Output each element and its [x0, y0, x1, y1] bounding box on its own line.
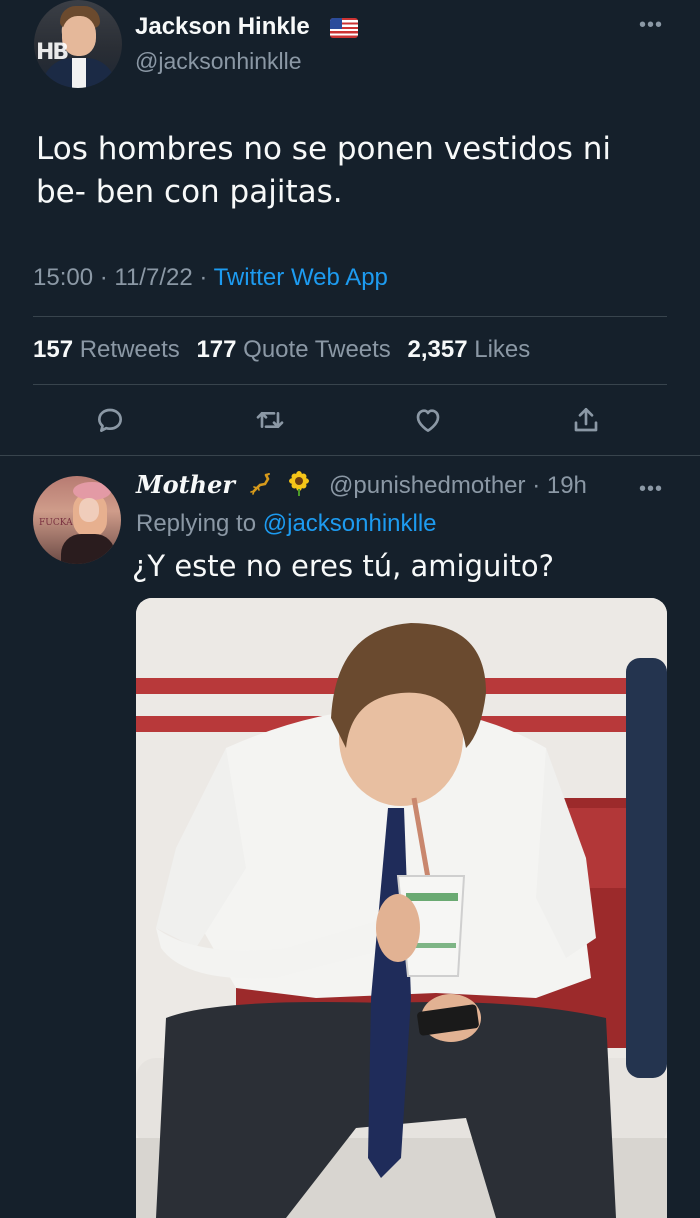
tweet-source-link[interactable]: Twitter Web App [214, 264, 388, 291]
divider [33, 316, 667, 317]
us-flag-icon [330, 18, 358, 38]
like-icon [416, 409, 440, 432]
reply-divider [0, 455, 700, 456]
reply-text: ¿Y este no eres tú, amiguito? [132, 549, 554, 583]
tweet-text: Los hombres no se ponen vestidos ni be- … [36, 131, 611, 210]
reply-media-photo[interactable] [136, 598, 667, 1218]
reply-more-options-icon[interactable]: ••• [639, 478, 663, 501]
reply-author-handle[interactable]: @punishedmother [329, 472, 525, 499]
reply-author-avatar[interactable]: FUCKA [33, 476, 121, 564]
retweets-stat[interactable]: 157 Retweets [33, 336, 180, 363]
tweet-stats: 157 Retweets 177 Quote Tweets 2,357 Like… [33, 336, 530, 364]
divider [33, 384, 667, 385]
author-name[interactable]: Jackson Hinkle [135, 13, 310, 41]
tweet-time[interactable]: 15:00 [33, 264, 93, 291]
retweet-button[interactable] [250, 400, 290, 440]
reply-author-name[interactable]: Mother [136, 470, 235, 499]
reply-button[interactable] [90, 400, 130, 440]
author-avatar[interactable]: HB [34, 0, 122, 88]
main-tweet[interactable]: HB Jackson Hinkle @jacksonhinklle ••• Lo… [0, 0, 700, 455]
tweet-actions [0, 400, 700, 440]
likes-stat[interactable]: 2,357 Likes [407, 336, 530, 363]
tweet-meta: 15:00 · 11/7/22 · Twitter Web App [33, 264, 388, 291]
like-button[interactable] [408, 400, 448, 440]
tweet-date[interactable]: 11/7/22 [114, 264, 192, 291]
scorpion-icon [249, 473, 270, 495]
reply-header: Mother @punishedmother · 19h [136, 470, 587, 499]
sunflower-icon [289, 471, 310, 496]
photo-image [136, 598, 667, 1218]
reply-time[interactable]: 19h [547, 472, 587, 499]
more-options-icon[interactable]: ••• [639, 14, 663, 37]
author-handle[interactable]: @jacksonhinklle [135, 48, 302, 75]
share-button[interactable] [566, 400, 606, 440]
replying-to-mention[interactable]: @jacksonhinklle [263, 510, 437, 537]
retweet-icon [256, 412, 284, 428]
reply-icon [98, 408, 122, 432]
replying-to: Replying to @jacksonhinklle [136, 510, 437, 537]
quote-tweets-stat[interactable]: 177 Quote Tweets [196, 336, 390, 363]
share-icon [574, 408, 598, 432]
